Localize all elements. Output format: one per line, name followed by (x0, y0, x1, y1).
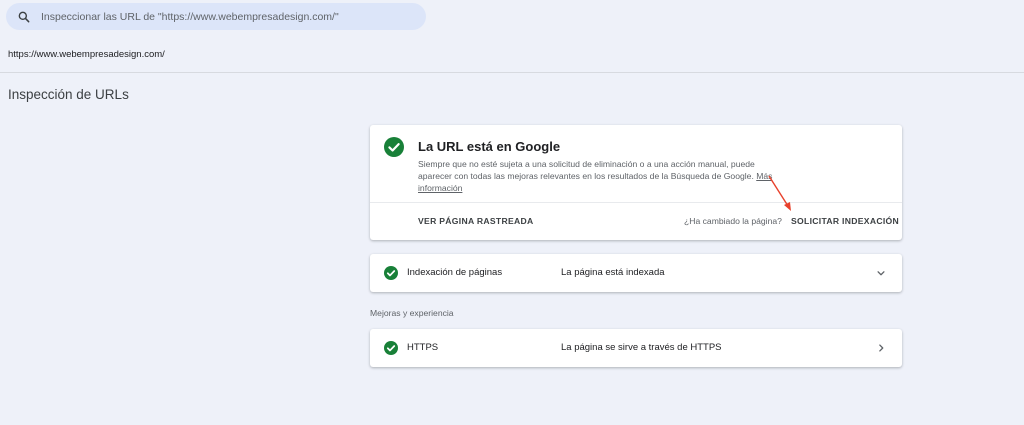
chevron-right-icon[interactable] (874, 341, 888, 355)
indexing-label: Indexación de páginas (407, 267, 503, 278)
header-divider (0, 72, 1024, 73)
section-label: Mejoras y experiencia (370, 308, 454, 318)
view-crawled-page-button[interactable]: VER PÁGINA RASTREADA (418, 216, 534, 226)
https-row[interactable]: HTTPS La página se sirve a través de HTT… (370, 329, 902, 367)
status-description-text: Siempre que no esté sujeta a una solicit… (418, 159, 755, 181)
status-card: La URL está en Google Siempre que no est… (370, 125, 902, 240)
annotation-arrow-icon (768, 175, 791, 211)
https-label: HTTPS (407, 342, 439, 353)
indexing-status: La página está indexada (561, 267, 665, 278)
status-title: La URL está en Google (418, 139, 561, 154)
check-circle-icon (384, 341, 398, 355)
request-indexing-button[interactable]: SOLICITAR INDEXACIÓN (791, 216, 899, 226)
page-title: Inspección de URLs (8, 87, 129, 102)
chevron-down-icon[interactable] (874, 266, 888, 280)
search-bar[interactable] (6, 3, 426, 30)
page-changed-question: ¿Ha cambiado la página? (684, 216, 782, 226)
https-status: La página se sirve a través de HTTPS (561, 342, 722, 353)
status-description: Siempre que no esté sujeta a una solicit… (418, 158, 778, 194)
check-circle-icon (384, 266, 398, 280)
indexing-row[interactable]: Indexación de páginas La página está ind… (370, 254, 902, 292)
search-icon[interactable] (17, 10, 31, 24)
check-circle-icon (384, 137, 404, 157)
breadcrumb: https://www.webempresadesign.com/ (8, 49, 165, 60)
search-input[interactable] (41, 10, 411, 23)
card-divider (370, 202, 902, 203)
